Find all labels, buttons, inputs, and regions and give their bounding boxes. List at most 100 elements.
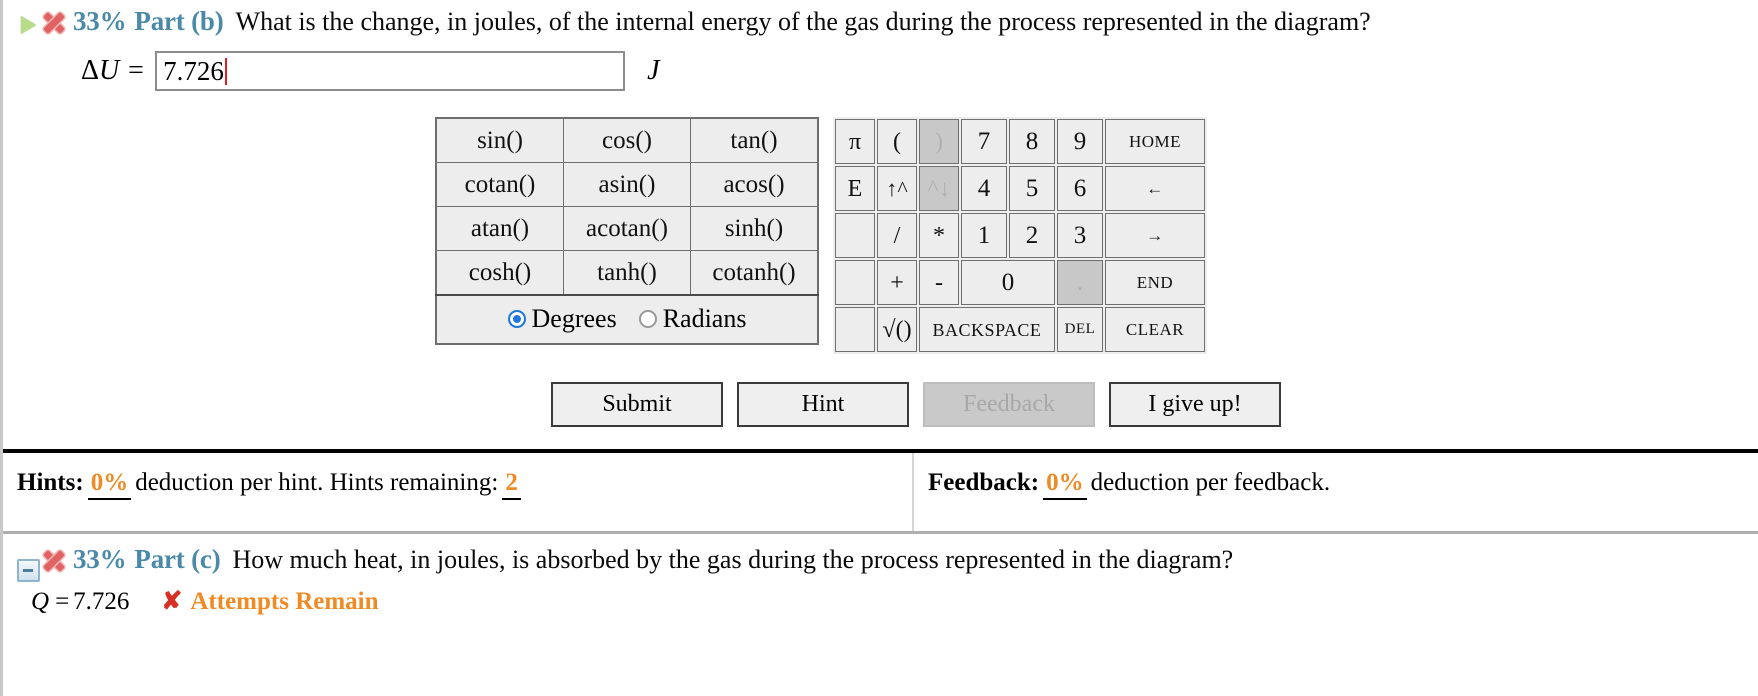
keypad-row: / * 1 2 3 →	[835, 213, 1205, 258]
function-key-row: sin() cos() tan()	[435, 117, 819, 163]
key-atan[interactable]: atan()	[435, 206, 564, 251]
part-c-result-value: 7.726	[73, 587, 130, 615]
key-plus[interactable]: +	[877, 260, 917, 305]
function-keypad: sin() cos() tan() cotan() asin() acos() …	[435, 117, 819, 345]
key-cosh[interactable]: cosh()	[435, 250, 564, 296]
part-b-question-text: What is the change, in joules, of the in…	[235, 7, 1371, 36]
hints-info: Hints: 0% deduction per hint. Hints rema…	[3, 453, 914, 531]
key-home[interactable]: HOME	[1105, 119, 1205, 164]
key-open-paren[interactable]: (	[877, 119, 917, 164]
keypad-row: √() BACKSPACE DEL CLEAR	[835, 307, 1205, 352]
answer-unit-label: J	[647, 55, 660, 86]
function-key-row: cosh() tanh() cotanh()	[435, 250, 819, 296]
hints-deduction-value: 0%	[87, 469, 132, 500]
radio-degrees-label: Degrees	[531, 304, 617, 333]
keypad-row: E ↑^ ^↓ 4 5 6 ←	[835, 166, 1205, 211]
key-8[interactable]: 8	[1009, 119, 1055, 164]
feedback-label: Feedback:	[928, 469, 1040, 496]
x-mark-icon: ✘	[161, 587, 183, 615]
key-backspace[interactable]: BACKSPACE	[919, 307, 1055, 352]
part-c-percent: 33%	[73, 544, 127, 574]
key-acos[interactable]: acos()	[690, 162, 819, 207]
hints-remaining-value: 2	[502, 469, 521, 500]
key-del[interactable]: DEL	[1057, 307, 1103, 352]
keypad-row: π ( ) 7 8 9 HOME	[835, 119, 1205, 164]
key-sinh[interactable]: sinh()	[690, 206, 819, 251]
answer-input[interactable]: 7.726	[155, 51, 626, 91]
keypad-row: + - 0 . END	[835, 260, 1205, 305]
feedback-mid-text: deduction per feedback.	[1090, 469, 1331, 496]
key-7[interactable]: 7	[961, 119, 1007, 164]
key-pi[interactable]: π	[835, 119, 875, 164]
submit-button[interactable]: Submit	[551, 382, 723, 427]
key-blank-2[interactable]	[835, 260, 875, 305]
key-e[interactable]: E	[835, 166, 875, 211]
key-4[interactable]: 4	[961, 166, 1007, 211]
feedback-deduction-value: 0%	[1043, 469, 1087, 500]
key-divide[interactable]: /	[877, 213, 917, 258]
key-asin[interactable]: asin()	[563, 162, 691, 207]
key-end[interactable]: END	[1105, 260, 1205, 305]
part-c-equals: =	[55, 587, 70, 615]
radio-radians-button[interactable]	[638, 310, 657, 328]
key-5[interactable]: 5	[1009, 166, 1055, 211]
key-blank-3[interactable]	[835, 307, 875, 352]
key-decimal-point: .	[1057, 260, 1103, 305]
key-minus[interactable]: -	[919, 260, 959, 305]
variable-symbol: U	[99, 55, 120, 86]
key-9[interactable]: 9	[1057, 119, 1103, 164]
key-tanh[interactable]: tanh()	[563, 250, 691, 296]
answer-input-value: 7.726	[163, 55, 224, 86]
feedback-info: Feedback: 0% deduction per feedback.	[914, 453, 1758, 531]
radio-degrees[interactable]: Degrees	[507, 304, 617, 334]
hints-feedback-bar: Hints: 0% deduction per hint. Hints rema…	[3, 449, 1758, 534]
key-sin[interactable]: sin()	[435, 117, 564, 163]
key-close-paren: )	[919, 119, 959, 164]
part-c-label: Part (c)	[134, 544, 221, 574]
part-c-result-row: Q = 7.726 ✘ Attempts Remain	[3, 580, 1758, 616]
angle-mode-cell: Degrees Radians	[435, 294, 819, 345]
hints-label: Hints:	[17, 469, 84, 496]
function-key-row: atan() acotan() sinh()	[435, 206, 819, 251]
key-6[interactable]: 6	[1057, 166, 1103, 211]
red-x-incorrect-icon	[41, 548, 67, 574]
key-cotanh[interactable]: cotanh()	[690, 250, 819, 296]
key-0[interactable]: 0	[961, 260, 1055, 305]
key-power-up[interactable]: ↑^	[877, 166, 917, 211]
feedback-button: Feedback	[923, 382, 1095, 427]
give-up-button[interactable]: I give up!	[1109, 382, 1281, 427]
key-sqrt[interactable]: √()	[877, 307, 917, 352]
key-1[interactable]: 1	[961, 213, 1007, 258]
key-clear[interactable]: CLEAR	[1105, 307, 1205, 352]
attempts-remain-text: Attempts Remain	[190, 587, 379, 615]
part-b-percent: 33%	[73, 6, 127, 36]
key-power-down: ^↓	[919, 166, 959, 211]
key-blank-1[interactable]	[835, 213, 875, 258]
delta-symbol: Δ	[81, 55, 100, 86]
problem-page: 33% Part (b) What is the change, in joul…	[0, 0, 1758, 696]
part-b-answer-row: ΔU = 7.726 J	[3, 37, 1758, 91]
key-3[interactable]: 3	[1057, 213, 1103, 258]
calculator-panel: sin() cos() tan() cotan() asin() acos() …	[3, 117, 1758, 354]
text-cursor	[224, 57, 227, 85]
blue-collapse-box-icon[interactable]	[15, 558, 41, 584]
key-arrow-right[interactable]: →	[1105, 213, 1205, 258]
key-acotan[interactable]: acotan()	[563, 206, 691, 251]
key-arrow-left[interactable]: ←	[1105, 166, 1205, 211]
equals-sign: =	[126, 55, 146, 86]
action-button-row: Submit Hint Feedback I give up!	[3, 382, 1758, 427]
key-multiply[interactable]: *	[919, 213, 959, 258]
key-cotan[interactable]: cotan()	[435, 162, 564, 207]
key-tan[interactable]: tan()	[690, 117, 819, 163]
part-c-question-text: How much heat, in joules, is absorbed by…	[232, 545, 1234, 574]
key-cos[interactable]: cos()	[563, 117, 691, 163]
answer-label: ΔU =	[81, 55, 145, 87]
hint-button[interactable]: Hint	[737, 382, 909, 427]
radio-degrees-button[interactable]	[507, 310, 526, 328]
key-2[interactable]: 2	[1009, 213, 1055, 258]
radio-radians[interactable]: Radians	[638, 304, 746, 334]
green-triangle-expand-icon[interactable]	[15, 12, 41, 38]
numeric-keypad: π ( ) 7 8 9 HOME E ↑^ ^↓ 4 5 6 ← / * 1 2…	[833, 117, 1207, 354]
angle-mode-row: Degrees Radians	[435, 294, 819, 345]
function-key-row: cotan() asin() acos()	[435, 162, 819, 207]
